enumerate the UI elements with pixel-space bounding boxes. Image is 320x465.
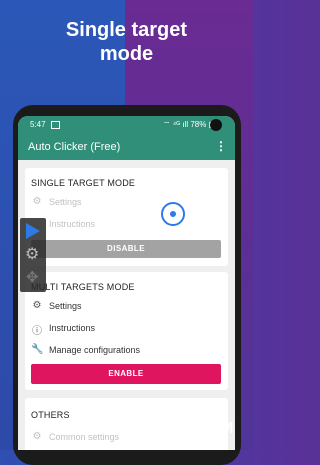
gear-icon: ⚙ [32,431,42,442]
headline-line-2: mode [99,43,154,65]
gear-icon[interactable]: ⚙ [25,244,39,264]
phone-screen: 5:47 ⌔ ⁴ᴳ ıll 78% ▮ Auto Clicker (Free) … [18,116,235,450]
single-target-card: SINGLE TARGET MODE ⚙ Settings ⓘ Instruct… [25,168,228,266]
multi-targets-instructions-label: Instructions [49,323,96,333]
move-icon[interactable]: ✥ [26,268,39,286]
app-bar: Auto Clicker (Free) ⋮ [18,134,235,160]
disable-button[interactable]: DISABLE [31,240,221,258]
gear-icon: ⚙ [32,196,42,207]
common-settings-label: Common settings [49,432,120,442]
play-icon[interactable] [26,223,40,239]
click-target-icon[interactable] [161,202,185,226]
enable-button[interactable]: ENABLE [31,364,221,384]
gear-icon: ⚙ [32,300,42,311]
info-icon: ⓘ [32,326,42,337]
status-bar: 5:47 ⌔ ⁴ᴳ ıll 78% ▮ [18,116,235,134]
wrench-icon: 🔧 [31,344,44,355]
multi-targets-settings-label: Settings [49,301,82,311]
single-target-settings-label: Settings [49,197,82,207]
manage-configurations-label: Manage configurations [49,345,141,355]
others-title: OTHERS [31,410,70,420]
app-title: Auto Clicker (Free) [28,141,121,153]
camera-cutout [210,119,222,131]
single-target-instructions-label: Instructions [49,219,96,229]
floating-control-panel: ⚙ ✥ [20,218,46,292]
image-notification-icon [51,121,60,129]
status-time: 5:47 [30,120,46,129]
headline-line-1: Single target [65,19,188,41]
multi-targets-title: MULTI TARGETS MODE [31,282,135,292]
single-target-title: SINGLE TARGET MODE [31,178,136,188]
status-indicators: ⌔ ⁴ᴳ ıll 78% ▮ [162,120,213,129]
overflow-menu-icon[interactable]: ⋮ [215,139,227,153]
promo-headline: Single target mode [0,18,253,66]
multi-targets-card: MULTI TARGETS MODE ⚙ Settings ⓘ Instruct… [25,272,228,390]
watermark: MYAPKS.COM [122,420,234,437]
